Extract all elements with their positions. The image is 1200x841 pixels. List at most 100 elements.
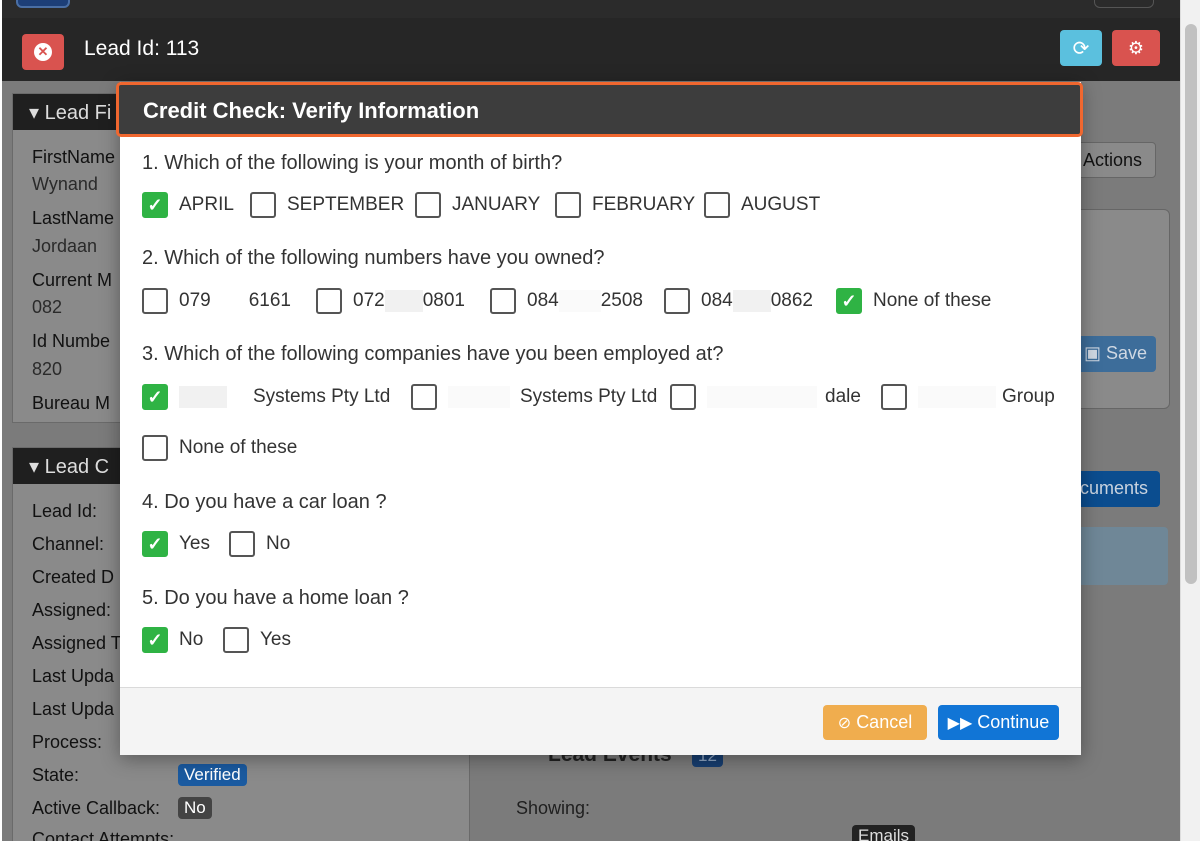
q1-option-august[interactable]: AUGUST xyxy=(704,192,820,218)
lead-card-title: Lead C xyxy=(44,456,110,478)
top-nav-strip xyxy=(2,0,1180,18)
close-lead-button[interactable]: ✕ xyxy=(22,34,64,70)
save-button[interactable]: ▣ Save xyxy=(1074,336,1156,372)
field-label-id: Id Numbe xyxy=(32,331,111,351)
checkbox-checked[interactable]: ✓ xyxy=(142,384,168,410)
q3-option-2[interactable]: Systems Pty Ltd xyxy=(411,384,657,410)
redacted-company xyxy=(448,385,510,408)
lead-profile-title: Lead Fi xyxy=(44,102,112,124)
company-suffix: Systems Pty Ltd xyxy=(520,386,658,407)
q2-option-label: 072 0801 xyxy=(353,289,465,312)
q2-option-2[interactable]: 072 0801 xyxy=(316,288,465,314)
gears-icon: ⚙ xyxy=(1127,37,1145,58)
checkbox[interactable] xyxy=(250,192,276,218)
checkbox[interactable] xyxy=(411,384,437,410)
refresh-button[interactable]: ⟳ xyxy=(1060,30,1102,66)
q1-option-september[interactable]: SEPTEMBER xyxy=(250,192,404,218)
checkbox[interactable] xyxy=(142,435,168,461)
card-field-channel: Channel: xyxy=(32,534,105,554)
filter-emails[interactable]: Emails xyxy=(852,825,916,841)
notes-panel xyxy=(1072,209,1170,409)
checkbox[interactable] xyxy=(229,531,255,557)
field-value-lastname: Jordaan xyxy=(32,236,98,256)
checkbox[interactable] xyxy=(670,384,696,410)
refresh-icon: ⟳ xyxy=(1072,37,1090,60)
redacted-digits xyxy=(384,289,423,312)
checkbox[interactable] xyxy=(490,288,516,314)
lead-title: Lead Id: 113 xyxy=(84,37,200,60)
checkbox[interactable] xyxy=(555,192,581,218)
number-prefix: 084 xyxy=(527,290,559,311)
q5-option-no[interactable]: ✓ No xyxy=(142,627,203,653)
q2-option-1[interactable]: 079 6161 xyxy=(142,288,291,314)
checkbox[interactable] xyxy=(142,288,168,314)
checkbox[interactable] xyxy=(415,192,441,218)
info-alert xyxy=(1072,527,1168,585)
q3-option-4[interactable]: Group xyxy=(881,384,1055,410)
documents-button[interactable]: cuments xyxy=(1072,471,1160,507)
actions-button[interactable]: Actions xyxy=(1070,142,1156,178)
redacted-digits xyxy=(558,289,601,312)
q2-option-3[interactable]: 084 2508 xyxy=(490,288,643,314)
question-3: 3. Which of the following companies have… xyxy=(142,343,724,365)
q2-option-label: 079 6161 xyxy=(179,289,291,312)
field-label-bureau: Bureau M xyxy=(32,393,111,413)
checkbox-checked[interactable]: ✓ xyxy=(142,192,168,218)
continue-button[interactable]: ▶▶ Continue xyxy=(938,705,1059,740)
q3-option-1[interactable]: ✓ Systems Pty Ltd xyxy=(142,384,390,410)
q5-option-label: Yes xyxy=(260,629,291,650)
cancel-button[interactable]: ⊘ Cancel xyxy=(823,705,927,740)
q1-option-january[interactable]: JANUARY xyxy=(415,192,540,218)
number-suffix: 6161 xyxy=(248,290,291,311)
q5-option-yes[interactable]: Yes xyxy=(223,627,291,653)
settings-button[interactable]: ⚙ xyxy=(1112,30,1160,66)
question-4: 4. Do you have a car loan ? xyxy=(142,491,387,513)
q1-option-february[interactable]: FEBRUARY xyxy=(555,192,695,218)
number-suffix: 0801 xyxy=(422,290,465,311)
q3-option-label: None of these xyxy=(179,437,298,458)
nav-pill-left[interactable] xyxy=(16,0,70,8)
q1-option-april[interactable]: ✓ APRIL xyxy=(142,192,234,218)
card-field-created: Created D xyxy=(32,567,115,587)
card-field-process: Process: xyxy=(32,732,103,752)
q3-option-none[interactable]: None of these xyxy=(142,435,297,461)
checkbox[interactable] xyxy=(664,288,690,314)
card-field-assigned: Assigned: xyxy=(32,600,112,620)
checkbox[interactable] xyxy=(316,288,342,314)
redacted-digits xyxy=(210,289,249,312)
checkbox[interactable] xyxy=(704,192,730,218)
nav-pill-right[interactable] xyxy=(1094,0,1154,8)
number-suffix: 2508 xyxy=(600,290,643,311)
q3-option-3[interactable]: dale xyxy=(670,384,861,410)
number-prefix: 079 xyxy=(179,290,211,311)
redacted-company xyxy=(179,385,227,408)
q4-option-yes[interactable]: ✓ Yes xyxy=(142,531,210,557)
q2-option-4[interactable]: 084 0862 xyxy=(664,288,813,314)
scrollbar-thumb[interactable] xyxy=(1185,24,1197,584)
checkbox-checked[interactable]: ✓ xyxy=(142,531,168,557)
card-field-contact-attempts: Contact Attempts: xyxy=(32,829,175,841)
actions-label: Actions xyxy=(1083,150,1143,170)
showing-label: Showing: xyxy=(516,798,591,818)
q1-option-label: SEPTEMBER xyxy=(287,194,405,215)
q4-option-label: No xyxy=(266,533,291,554)
q2-option-none[interactable]: ✓ None of these xyxy=(836,288,991,314)
card-field-assigned-to: Assigned T xyxy=(32,633,122,653)
company-suffix: dale xyxy=(825,386,861,407)
card-field-last-updated: Last Upda xyxy=(32,666,115,686)
redacted-company xyxy=(918,385,996,408)
card-field-state: State: xyxy=(32,765,80,785)
redacted-company xyxy=(707,385,817,408)
card-field-active-callback: Active Callback: xyxy=(32,798,161,818)
cancel-label: Cancel xyxy=(856,712,913,732)
page-scrollbar[interactable] xyxy=(1180,0,1200,841)
checkbox[interactable] xyxy=(223,627,249,653)
checkbox[interactable] xyxy=(881,384,907,410)
q4-option-no[interactable]: No xyxy=(229,531,290,557)
callback-badge: No xyxy=(178,797,212,819)
field-value-firstname: Wynand xyxy=(32,174,98,194)
q5-option-label: No xyxy=(179,629,204,650)
number-prefix: 072 xyxy=(353,290,385,311)
checkbox-checked[interactable]: ✓ xyxy=(142,627,168,653)
checkbox-checked[interactable]: ✓ xyxy=(836,288,862,314)
